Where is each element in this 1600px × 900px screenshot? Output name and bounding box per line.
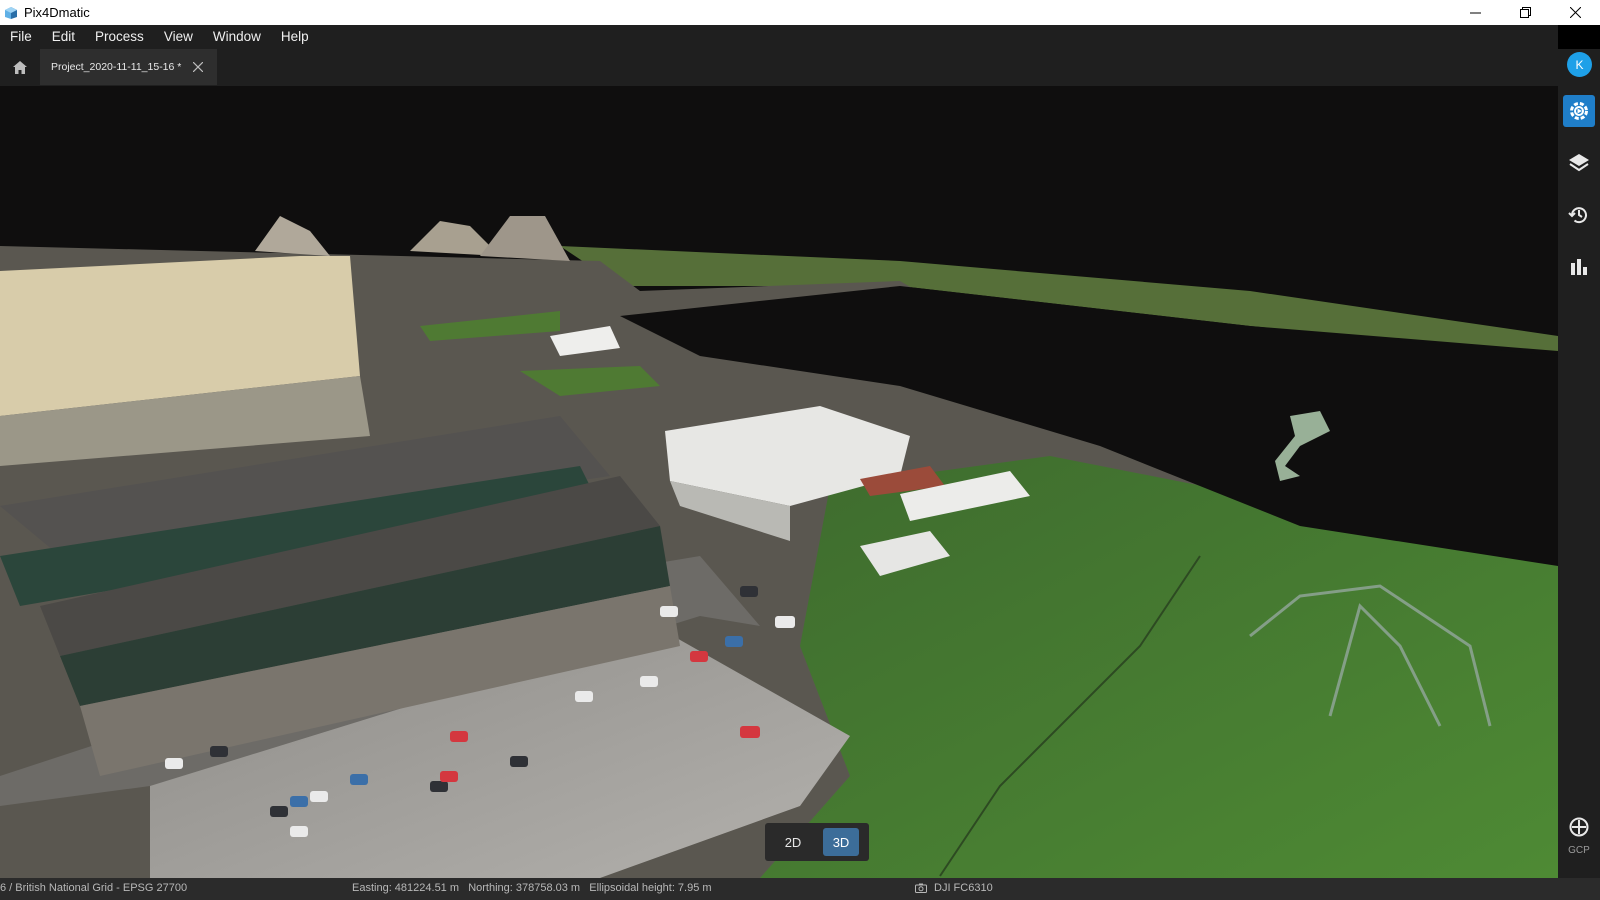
right-sidebar: K GCP	[1558, 49, 1600, 878]
point-cloud-scene	[0, 86, 1558, 878]
statistics-icon	[1571, 259, 1587, 275]
restore-icon	[1519, 7, 1531, 18]
menu-help[interactable]: Help	[271, 25, 319, 49]
minimize-button[interactable]	[1450, 0, 1500, 25]
processing-gear-icon	[1570, 102, 1588, 120]
home-button[interactable]	[0, 49, 40, 85]
coordinates-readout: Easting: 481224.51 m Northing: 378758.03…	[352, 882, 712, 894]
tab-close-button[interactable]	[192, 61, 204, 73]
tab-project-label: Project_2020-11-11_15-16 *	[51, 61, 182, 73]
statistics-button[interactable]	[1563, 251, 1595, 283]
app-logo-icon	[5, 6, 17, 19]
view-mode-toggle: 2D 3D	[765, 823, 869, 861]
crosshair-icon	[1569, 817, 1589, 837]
tab-bar: Project_2020-11-11_15-16 *	[0, 49, 1558, 86]
menu-bar: File Edit Process View Window Help	[0, 25, 1558, 49]
layers-button[interactable]	[1563, 147, 1595, 179]
menu-file[interactable]: File	[0, 25, 42, 49]
camera-model: DJI FC6310	[934, 882, 993, 894]
home-icon	[13, 60, 27, 74]
layers-icon	[1569, 154, 1589, 172]
menu-process[interactable]: Process	[85, 25, 154, 49]
restore-button[interactable]	[1500, 0, 1550, 25]
close-icon	[1569, 7, 1581, 18]
user-avatar[interactable]: K	[1567, 52, 1592, 77]
3d-viewport[interactable]	[0, 86, 1558, 878]
camera-info: DJI FC6310	[915, 882, 993, 894]
history-icon	[1568, 207, 1587, 224]
processing-button[interactable]	[1563, 95, 1595, 127]
window-title: Pix4Dmatic	[24, 5, 90, 20]
gcp-label: GCP	[1568, 845, 1590, 856]
close-window-button[interactable]	[1550, 0, 1600, 25]
gcp-button[interactable]	[1563, 811, 1595, 843]
menu-window[interactable]: Window	[203, 25, 271, 49]
3d-view-button[interactable]: 3D	[823, 828, 859, 856]
tab-project[interactable]: Project_2020-11-11_15-16 *	[40, 49, 217, 85]
minimize-icon	[1469, 12, 1481, 14]
menu-edit[interactable]: Edit	[42, 25, 85, 49]
close-icon	[193, 62, 204, 72]
crs-label: 6 / British National Grid - EPSG 27700	[0, 882, 188, 894]
title-bar: Pix4Dmatic	[0, 0, 1600, 25]
app-window: Pix4Dmatic File Edit Process View Window…	[0, 0, 1600, 900]
status-bar: 6 / British National Grid - EPSG 27700 E…	[0, 878, 1600, 900]
menu-view[interactable]: View	[154, 25, 203, 49]
history-button[interactable]	[1563, 199, 1595, 231]
2d-view-button[interactable]: 2D	[775, 828, 811, 856]
camera-icon	[915, 883, 927, 893]
